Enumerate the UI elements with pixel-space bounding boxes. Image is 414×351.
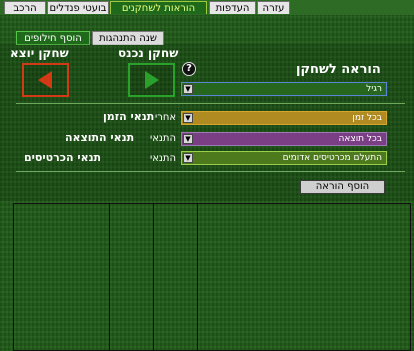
tab-lineup[interactable]: הרכב bbox=[4, 1, 46, 14]
result-condition-label: תנאי התוצאה bbox=[65, 131, 135, 144]
time-condition-label: תנאי הזמן bbox=[103, 110, 155, 123]
tab-player-instructions[interactable]: הוראות לשחקנים bbox=[110, 1, 207, 14]
chevron-down-icon: ▼ bbox=[183, 134, 193, 144]
cards-condition-label: תנאי הכרטיסים bbox=[24, 151, 102, 164]
instructions-table bbox=[13, 203, 411, 351]
tab-penalty-takers[interactable]: בועטי פנדלים bbox=[47, 1, 109, 14]
instruction-select[interactable]: ▼ רגיל bbox=[181, 82, 387, 96]
time-condition-value: בכל זמן bbox=[352, 113, 382, 123]
time-condition-prefix: אחרי bbox=[155, 112, 177, 123]
player-out-label: שחקן יוצא bbox=[10, 46, 69, 60]
right-arrow-icon bbox=[145, 71, 159, 89]
cards-condition-prefix: התנאי bbox=[150, 153, 177, 164]
tab-help[interactable]: עזרה bbox=[257, 1, 290, 14]
divider bbox=[16, 171, 405, 172]
cards-condition-value: התעלם מכרטיסים אדומים bbox=[282, 153, 382, 163]
player-in-button[interactable] bbox=[128, 63, 175, 97]
table-column-divider bbox=[197, 203, 198, 351]
help-icon[interactable]: ? bbox=[182, 62, 196, 76]
subtab-change-behavior[interactable]: שנה התנהגות bbox=[92, 31, 164, 45]
chevron-down-icon: ▼ bbox=[183, 113, 193, 123]
tab-preferences[interactable]: העדפות bbox=[209, 1, 256, 14]
subtab-add-substitution[interactable]: הוסף חילופים bbox=[16, 31, 90, 45]
instruction-select-value: רגיל bbox=[366, 84, 382, 94]
chevron-down-icon: ▼ bbox=[183, 84, 193, 94]
player-in-label: שחקן נכנס bbox=[118, 46, 179, 60]
time-condition-select[interactable]: ▼ בכל זמן bbox=[181, 111, 387, 125]
cards-condition-select[interactable]: ▼ התעלם מכרטיסים אדומים bbox=[181, 151, 387, 165]
player-out-button[interactable] bbox=[22, 63, 69, 97]
left-arrow-icon bbox=[38, 71, 52, 89]
result-condition-prefix: התנאי bbox=[150, 133, 177, 144]
result-condition-select[interactable]: ▼ בכל תוצאה bbox=[181, 132, 387, 146]
table-column-divider bbox=[109, 203, 110, 351]
instruction-label: הוראה לשחקן bbox=[296, 62, 381, 77]
chevron-down-icon: ▼ bbox=[183, 153, 193, 163]
result-condition-value: בכל תוצאה bbox=[338, 134, 382, 144]
table-column-divider bbox=[153, 203, 154, 351]
top-tab-bar: עזרה העדפות הוראות לשחקנים בועטי פנדלים … bbox=[0, 0, 414, 15]
add-instruction-button[interactable]: הוסף הוראה bbox=[300, 180, 385, 194]
divider bbox=[16, 103, 405, 104]
